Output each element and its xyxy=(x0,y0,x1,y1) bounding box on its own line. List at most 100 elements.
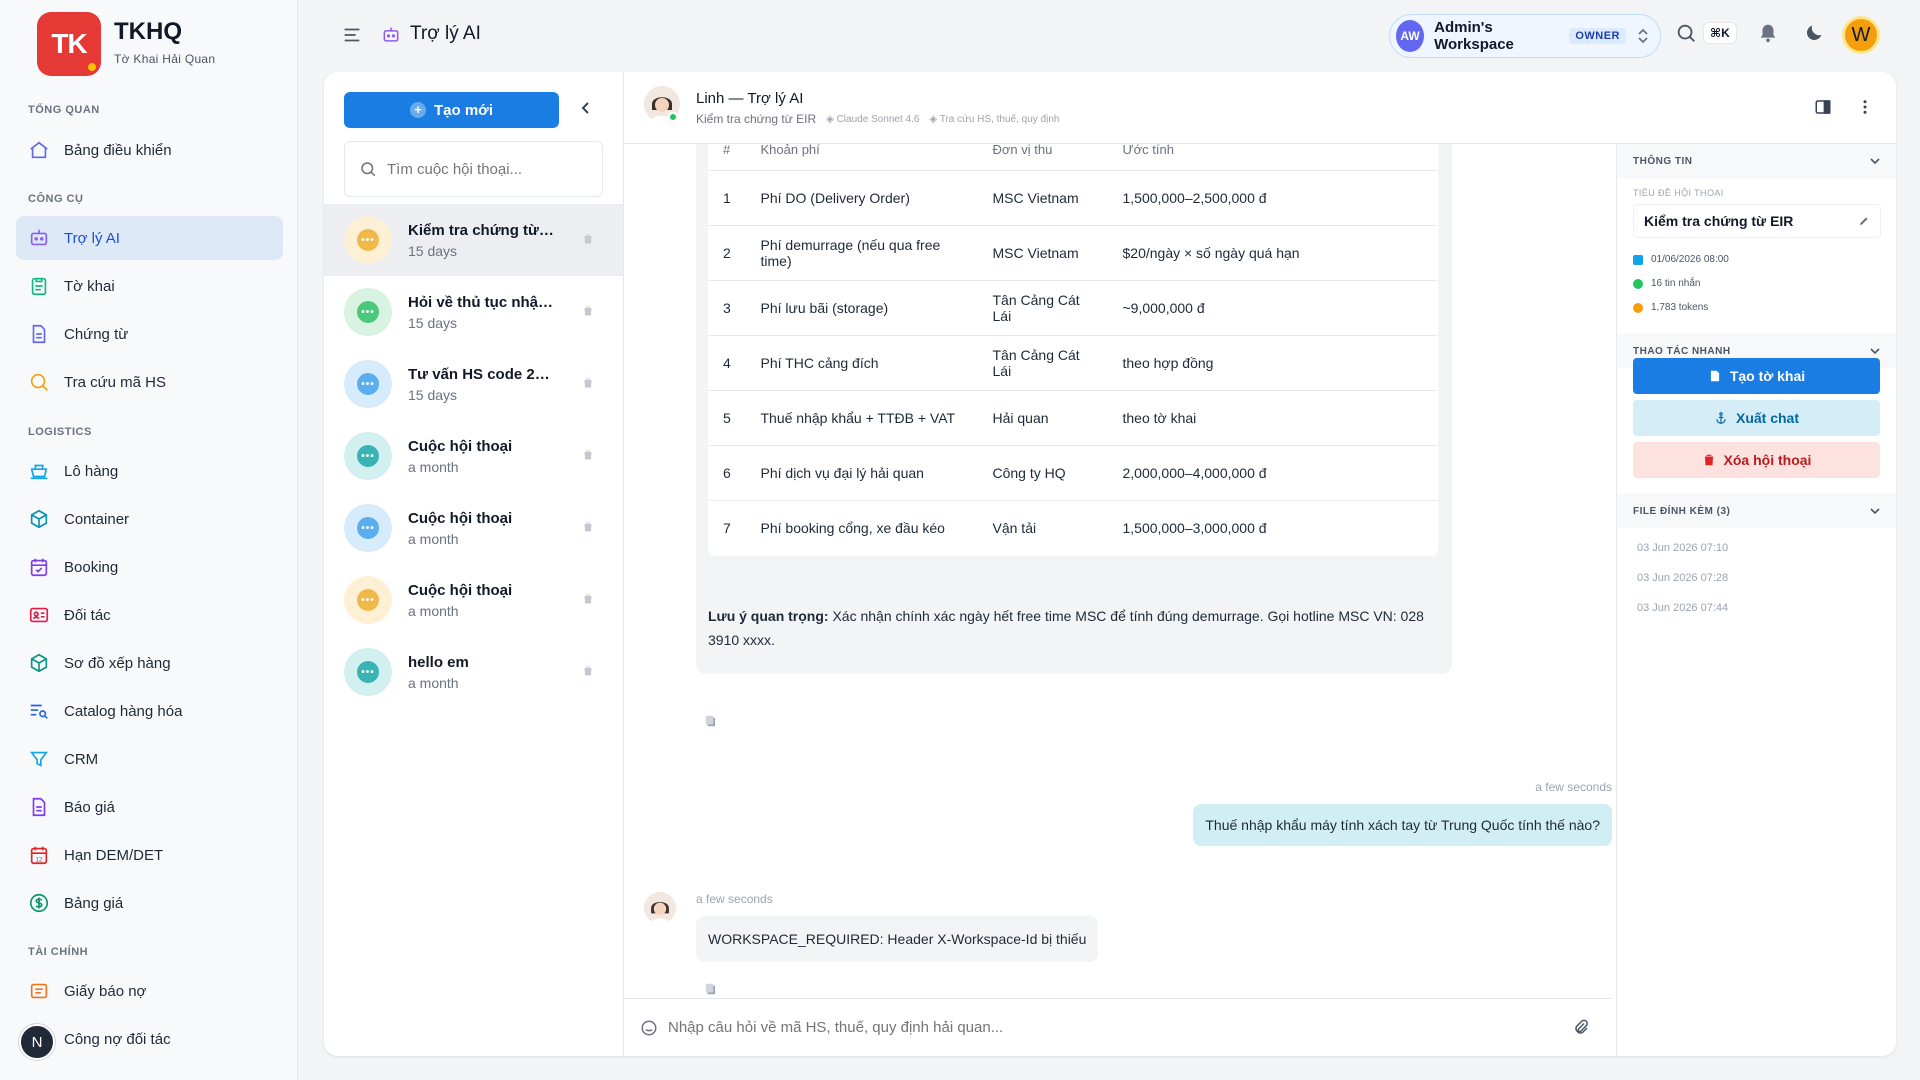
user-avatar[interactable]: N xyxy=(19,1024,55,1060)
table-row: 5 Thuế nhập khẩu + TTĐB + VAT Hải quan theo… xyxy=(709,390,1437,446)
conversation-item[interactable]: ••• Cuộc hội thoại a month xyxy=(324,564,623,636)
moon-icon[interactable] xyxy=(1803,22,1825,44)
sidebar-item-crm[interactable]: CRM xyxy=(16,737,283,781)
title-label: TIÊU ĐỀ HỘI THOẠI xyxy=(1633,188,1724,198)
conversation-item[interactable]: ••• Cuộc hội thoại a month xyxy=(324,492,623,564)
message-composer xyxy=(624,998,1612,1056)
conversation-time: a month xyxy=(408,602,459,619)
chat-dots: ••• xyxy=(357,517,379,539)
message-input[interactable] xyxy=(668,1019,1528,1036)
table-cell: Vận tải xyxy=(992,520,1037,536)
info-section-header[interactable]: THÔNG TIN xyxy=(1617,144,1896,178)
sidebar-item-declarations[interactable]: Tờ khai xyxy=(16,264,283,308)
panel-toggle-icon[interactable] xyxy=(1814,98,1832,116)
file-item[interactable]: 03 Jun 2026 07:28 xyxy=(1637,572,1728,584)
main-card: + Tạo mới ••• Kiểm tra chứng từ EIR 15 day… xyxy=(324,72,1896,1056)
conversation-search[interactable] xyxy=(344,141,603,197)
sidebar-item-quotes[interactable]: Báo giá xyxy=(16,785,283,829)
sidebar-item-hs-lookup[interactable]: Tra cứu mã HS xyxy=(16,360,283,404)
conversation-item[interactable]: ••• Kiểm tra chứng từ EIR 15 days xyxy=(324,204,623,276)
pencil-icon[interactable] xyxy=(1858,215,1870,227)
conversation-time: 15 days xyxy=(408,386,458,403)
user-avatar[interactable]: W xyxy=(1842,16,1880,54)
sidebar-item-pricing[interactable]: Bảng giá xyxy=(16,881,283,925)
bell-icon[interactable] xyxy=(1757,22,1779,44)
sidebar-item-label: Booking xyxy=(64,558,119,576)
messages-value: 16 tin nhắn xyxy=(1651,278,1701,289)
table-cell: Tân Cảng Cát Lái xyxy=(978,280,1109,336)
sidebar-item-loading-plan[interactable]: Sơ đồ xếp hàng xyxy=(16,641,283,685)
sidebar-item-label: Báo giá xyxy=(64,798,115,816)
create-declaration-button[interactable]: Tạo tờ khai xyxy=(1633,358,1880,394)
trash-icon[interactable] xyxy=(582,376,594,390)
list-search-icon xyxy=(28,700,50,722)
sidebar-item-container[interactable]: Container xyxy=(16,497,283,541)
search-icon[interactable] xyxy=(1675,22,1697,44)
shipment-icon xyxy=(28,460,50,482)
chat-header: Linh — Trợ lý AI Kiểm tra chứng từ EIR ◈… xyxy=(624,72,1896,144)
chevron-down-icon xyxy=(1869,155,1881,167)
section-finance: TÀI CHÍNH xyxy=(28,946,89,958)
conversation-title: Kiểm tra chứng từ EIR xyxy=(408,221,558,239)
title-field[interactable]: Kiểm tra chứng từ EIR xyxy=(1633,204,1881,238)
paperclip-icon[interactable] xyxy=(1572,1019,1590,1037)
conversation-item[interactable]: ••• Tư vấn HS code 2204 15 days xyxy=(324,348,623,420)
trash-icon[interactable] xyxy=(582,304,594,318)
sidebar-item-partner-debt[interactable]: Công nợ đối tác xyxy=(16,1017,283,1061)
sidebar-item-catalog[interactable]: Catalog hàng hóa xyxy=(16,689,283,733)
export-chat-button[interactable]: Xuất chat xyxy=(1633,400,1880,436)
table-cell: Phí demurrage (nếu qua free time) xyxy=(746,225,979,281)
table-cell: theo tờ khai xyxy=(1108,390,1437,446)
sidebar-item-dashboard[interactable]: Bảng điều khiển xyxy=(16,128,283,172)
document-icon xyxy=(28,796,50,818)
create-declaration-label: Tạo tờ khai xyxy=(1729,368,1806,384)
new-conversation-button[interactable]: + Tạo mới xyxy=(344,92,559,128)
token-icon xyxy=(1633,302,1643,313)
copy-icon[interactable] xyxy=(704,982,718,996)
search-shortcut[interactable]: ⌘K xyxy=(1703,22,1737,44)
calendar-icon: 12 xyxy=(28,844,50,866)
menu-icon[interactable] xyxy=(341,24,363,46)
chat-bubble-icon: ••• xyxy=(344,360,392,408)
sidebar-item-label: Giấy báo nợ xyxy=(64,982,147,1000)
chevron-left-icon[interactable] xyxy=(578,100,594,116)
sidebar-item-ai-assistant[interactable]: Trợ lý AI xyxy=(16,216,283,260)
sidebar-item-debit-notes[interactable]: Giấy báo nợ xyxy=(16,969,283,1013)
file-item[interactable]: 03 Jun 2026 07:10 xyxy=(1637,542,1728,554)
delete-conversation-button[interactable]: Xóa hội thoại xyxy=(1633,442,1880,478)
conversation-text: Cuộc hội thoại a month xyxy=(408,438,558,475)
chat-dots: ••• xyxy=(357,301,379,323)
app-logo[interactable]: TK xyxy=(37,12,101,76)
copy-icon[interactable] xyxy=(704,714,718,728)
workspace-switcher[interactable]: AW Admin's Workspace OWNER xyxy=(1389,14,1661,58)
conversation-item[interactable]: ••• Cuộc hội thoại a month xyxy=(324,420,623,492)
trash-icon[interactable] xyxy=(582,592,594,606)
trash-icon[interactable] xyxy=(582,448,594,462)
trash-icon[interactable] xyxy=(582,664,594,678)
sidebar-item-partners[interactable]: Đối tác xyxy=(16,593,283,637)
search-input[interactable] xyxy=(387,160,587,178)
conversation-item[interactable]: ••• hello em a month xyxy=(324,636,623,708)
table-cell: Phí dịch vụ đại lý hải quan xyxy=(746,445,979,501)
smiley-icon[interactable] xyxy=(640,1019,658,1037)
chat-dots: ••• xyxy=(357,445,379,467)
anchor-icon xyxy=(1714,411,1728,425)
export-chat-label: Xuất chat xyxy=(1735,410,1799,426)
sidebar-item-documents[interactable]: Chứng từ xyxy=(16,312,283,356)
trash-icon[interactable] xyxy=(582,232,594,246)
chat-header-actions xyxy=(1814,98,1874,116)
logo-dot xyxy=(86,61,98,73)
trash-icon[interactable] xyxy=(582,520,594,534)
chat-bubble-icon: ••• xyxy=(344,648,392,696)
sidebar-item-dem-det[interactable]: 12 Hạn DEM/DET xyxy=(16,833,283,877)
more-vertical-icon[interactable] xyxy=(1856,98,1874,116)
receipt-icon xyxy=(28,980,50,1002)
file-item[interactable]: 03 Jun 2026 07:44 xyxy=(1637,602,1728,614)
files-header[interactable]: FILE ĐÍNH KÈM (3) xyxy=(1617,494,1896,528)
sidebar-item-shipments[interactable]: Lô hàng xyxy=(16,449,283,493)
sidebar: TK TKHQ Tờ Khai Hải Quan TỔNG QUAN Bảng … xyxy=(0,0,298,1080)
table-cell: 6 xyxy=(709,445,747,501)
conversation-item[interactable]: ••• Hỏi về thủ tục nhập ... 15 days xyxy=(324,276,623,348)
chat-dots: ••• xyxy=(357,589,379,611)
sidebar-item-booking[interactable]: Booking xyxy=(16,545,283,589)
